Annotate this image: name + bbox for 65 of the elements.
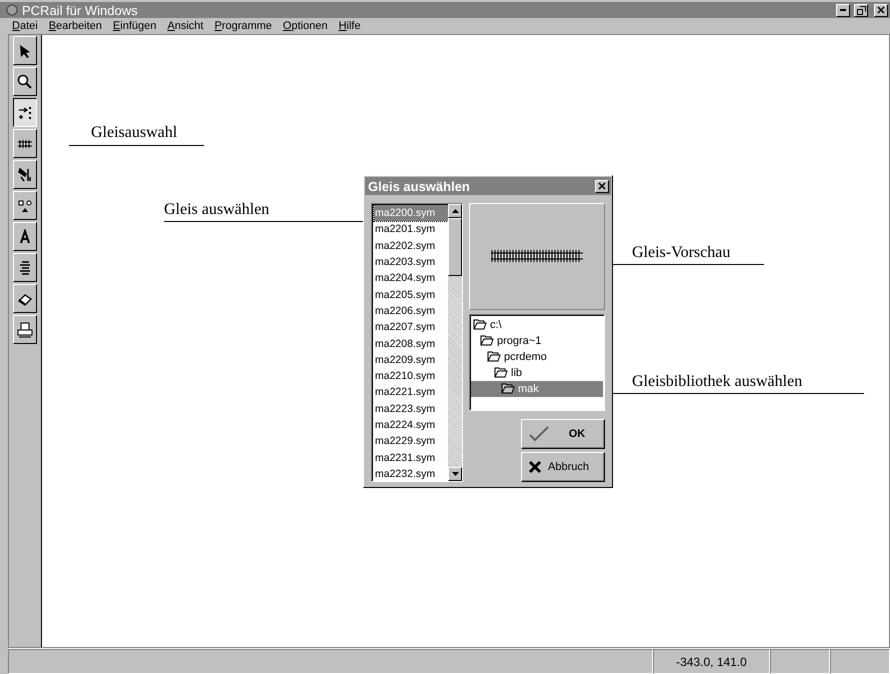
restore-button[interactable] (854, 4, 868, 16)
close-button[interactable] (874, 4, 888, 16)
folder-icon (501, 383, 515, 394)
close-button[interactable] (595, 180, 609, 192)
tree-item[interactable]: c:\ (471, 316, 603, 333)
menu-item[interactable]: Ansicht (163, 20, 210, 32)
list-item[interactable]: ma2201.sym (374, 221, 448, 238)
cancel-button[interactable]: Abbruch (521, 452, 605, 482)
list-item[interactable]: ma2208.sym (374, 335, 448, 352)
ok-button[interactable]: OK (521, 419, 605, 449)
list-item[interactable]: ma2206.sym (374, 302, 448, 320)
tree-item[interactable]: mak (471, 380, 603, 397)
list-item[interactable]: ma2204.sym (374, 270, 448, 286)
list-item[interactable]: ma2223.sym (374, 400, 448, 417)
tool-button[interactable] (13, 98, 37, 127)
annotation-label: Gleis auswählen (164, 201, 270, 219)
down-arrow-icon (452, 472, 458, 476)
shapes-icon (17, 198, 33, 214)
menu-item[interactable]: Optionen (278, 20, 335, 32)
folder-icon (480, 335, 494, 346)
align-icon (17, 260, 33, 276)
cross-icon (528, 460, 542, 474)
annotation-label: Gleis-Vorschau (632, 244, 730, 262)
scroll-thumb[interactable] (448, 218, 462, 276)
window-title: PCRail für Windows (22, 2, 139, 18)
search-icon (17, 74, 33, 90)
list-item[interactable]: ma2209.sym (374, 352, 448, 368)
letter-icon (17, 228, 33, 244)
dialog-title: Gleis auswählen (368, 178, 470, 194)
restore-icon (856, 6, 866, 14)
tree-item[interactable]: progra~1 (471, 332, 603, 349)
folder-icon (487, 351, 501, 362)
list-item[interactable]: ma2207.sym (374, 319, 448, 336)
folder-icon (494, 367, 508, 378)
menu-item[interactable]: Bearbeiten (44, 20, 109, 32)
menu-item[interactable]: Hilfe (334, 20, 368, 32)
checkmark-icon (528, 426, 550, 442)
minimize-button[interactable] (836, 4, 850, 16)
list-item[interactable]: ma2202.sym (374, 238, 448, 254)
menu-item[interactable]: Einfügen (108, 20, 164, 32)
tree-item[interactable]: lib (471, 364, 603, 381)
close-icon (877, 6, 885, 14)
list-item[interactable]: ma2221.sym (374, 384, 448, 401)
app-icon (6, 4, 18, 16)
annotation-label: Gleisauswahl (91, 124, 178, 142)
printer-icon (17, 322, 33, 338)
list-item[interactable]: ma2200.sym (374, 205, 448, 222)
annotation-label: Gleisbibliothek auswählen (632, 373, 802, 391)
scrollbar[interactable] (448, 204, 462, 481)
status-field: -343.0, 141.0 (653, 649, 770, 674)
track-select-icon (17, 104, 33, 120)
list-item[interactable]: ma2232.sym (374, 466, 448, 482)
up-arrow-icon (452, 209, 458, 213)
list-item[interactable]: ma2203.sym (374, 254, 448, 270)
minimize-icon (840, 9, 846, 11)
list-item[interactable]: ma2231.sym (374, 449, 448, 466)
list-item[interactable]: ma2205.sym (374, 286, 448, 303)
menu-item[interactable]: Programme (210, 20, 279, 32)
list-item[interactable]: ma2229.sym (374, 433, 448, 450)
folder-icon (473, 319, 487, 330)
list-item[interactable]: ma2224.sym (374, 416, 448, 434)
tree-item[interactable]: pcrdemo (471, 348, 603, 365)
list-item[interactable]: ma2210.sym (374, 368, 448, 384)
close-icon (598, 182, 606, 190)
menu-item[interactable]: Datei (8, 20, 45, 32)
